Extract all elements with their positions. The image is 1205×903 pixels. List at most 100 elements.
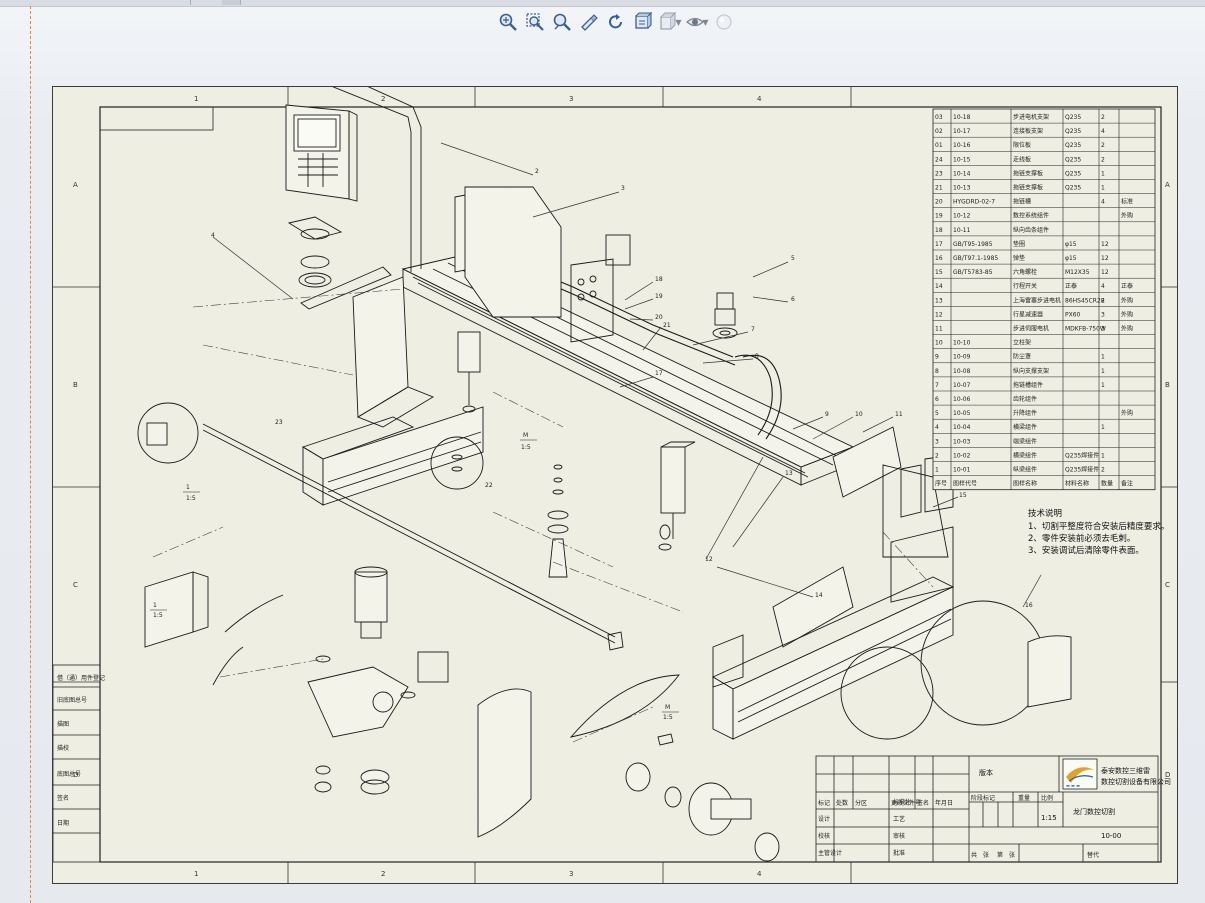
bom-cell: 外购 (1121, 310, 1133, 318)
mount-plate (287, 216, 343, 240)
zoom-in-out-icon[interactable] (550, 10, 574, 34)
bom-cell: 纵向支撑支架 (1013, 367, 1049, 375)
revision-col-label: 年月日 (935, 799, 953, 807)
bom-cell: 3 (1101, 311, 1105, 318)
item-balloon: 10 (855, 411, 863, 418)
bom-cell: 10-02 (953, 452, 971, 459)
bom-header-cell: 材料名称 (1065, 480, 1089, 488)
role-label: 校核 (818, 832, 830, 840)
torch-head-1 (457, 331, 481, 413)
side-block-label: 底图总号 (57, 770, 81, 778)
bom-row: 2 10-02 横梁组件 Q235焊接件 1 (935, 451, 1105, 459)
notes-line: 2、零件安装前必须去毛刺。 (1028, 533, 1135, 544)
bom-cell: 横梁组件 (1013, 451, 1037, 459)
bom-cell: 3 (1101, 326, 1105, 333)
bom-cell: Q235 (1065, 142, 1081, 149)
drawing-sheet: 11223344AABBCCDD 借（通）用件登记 旧底图总号 描图 描校 底图总号 签名… (52, 86, 1178, 884)
sheet-count-label: 张 (1009, 851, 1015, 859)
bom-cell: 10-10 (953, 340, 971, 347)
bom-cell: 12 (1101, 255, 1109, 262)
title-block-text: 泰安数控三维雷数控切割设备有限公司 版本龙门数控切割 10-00 1:15 标记 处数 分区… (818, 766, 1171, 859)
bom-cell: 11 (935, 326, 943, 333)
bom-cell: HYGDRD-02-7 (953, 199, 995, 206)
role-label: 设计 (818, 815, 830, 823)
drawing-number: 10-00 (1101, 832, 1121, 840)
bom-cell: 7 (935, 382, 939, 389)
bom-cell: 端梁组件 (1013, 437, 1037, 445)
bom-cell: PX60 (1065, 311, 1081, 318)
bom-cell: 6 (935, 396, 939, 403)
bom-cell: 标准 (1121, 198, 1133, 206)
bom-row: 1 10-01 纵梁组件 Q235焊接件 2 (935, 466, 1105, 474)
rotate-icon[interactable] (604, 10, 628, 34)
display-style-icon[interactable]: ▼ (658, 10, 682, 34)
bom-row: 02 10-17 连接板支架 Q235 4 (935, 127, 1105, 135)
bom-cell: 拖链支撑板 (1013, 184, 1043, 192)
bom-cell: 10-14 (953, 170, 971, 177)
bom-cell: 24 (935, 156, 943, 163)
bom-cell: GB/T95-1985 (953, 241, 993, 248)
bom-cell: 1 (1101, 368, 1105, 375)
item-balloon: 2 (535, 168, 539, 175)
bom-cell: 外购 (1121, 212, 1133, 220)
bom-cell: φ15 (1065, 241, 1077, 248)
item-balloon: 3 (621, 185, 625, 192)
notes-title: 技术说明 (1028, 508, 1062, 519)
machine-isometric-drawing (137, 87, 1072, 862)
bom-header-row: 序号 图样代号 图样名称 材料名称 数量 备注 (935, 480, 1133, 488)
bom-cell: 10-09 (953, 354, 971, 361)
bom-header-cell: 图样代号 (953, 480, 977, 488)
zone-row-label: C (1165, 581, 1170, 589)
pan-icon[interactable] (577, 10, 601, 34)
company-name-line1: 泰安数控三维雷 (1101, 766, 1150, 775)
bom-cell: 12 (1101, 269, 1109, 276)
bom-cell: 4 (935, 424, 939, 431)
view-scale-label: 1 (186, 484, 190, 491)
notes-line: 3、安装调试后清除零件表面。 (1028, 545, 1144, 556)
bom-cell: 拖链槽 (1013, 198, 1031, 206)
zoom-to-fit-icon[interactable] (496, 10, 520, 34)
bom-cell: 19 (935, 213, 943, 220)
shield-left (477, 688, 532, 838)
bom-cell: 1 (1101, 185, 1105, 192)
side-block-label: 签名 (57, 794, 69, 802)
role-label: 主管设计 (818, 849, 842, 857)
item-balloon: 12 (705, 556, 713, 563)
stage-label: 比例 (1041, 794, 1053, 802)
stage-label: 重量 (1018, 794, 1030, 802)
shaft-assembly (625, 733, 780, 862)
bom-cell: 4 (1101, 283, 1105, 290)
bom-cell: 01 (935, 142, 943, 149)
item-balloon: 4 (211, 232, 215, 239)
view-scale-label: 1:5 (663, 714, 673, 721)
edit-appearance-icon[interactable] (712, 10, 736, 34)
view-orientation-icon[interactable] (631, 10, 655, 34)
bom-cell: 10-01 (953, 467, 971, 474)
zoom-to-area-icon[interactable] (523, 10, 547, 34)
right-end-carriage (712, 426, 955, 740)
bom-cell: 4 (1101, 128, 1105, 135)
zone-row-label: A (73, 181, 78, 189)
item-balloon: 15 (959, 492, 967, 499)
bom-cell: 10-12 (953, 213, 971, 220)
stepper-motor (712, 292, 738, 339)
item-balloon: 9 (825, 411, 829, 418)
side-block-label: 描校 (57, 744, 69, 752)
bom-cell: 纵梁组件 (1013, 466, 1037, 474)
bom-cell: 10-06 (953, 396, 971, 403)
item-balloon: 11 (895, 411, 903, 418)
item-balloon: 17 (655, 370, 663, 377)
bom-cell: Q235 (1065, 185, 1081, 192)
zone-col-label: 1 (194, 870, 198, 878)
bom-cell: 2 (935, 452, 939, 459)
item-balloon: 13 (785, 470, 793, 477)
bom-cell: 上海雷塞步进电机 (1013, 296, 1061, 304)
hide-show-items-icon[interactable]: ▼ (685, 10, 709, 34)
bom-cell: 1 (1101, 170, 1105, 177)
bom-cell: 立柱架 (1013, 339, 1031, 347)
bom-cell: 步进电机支架 (1013, 113, 1049, 121)
sheet-count-label: 张 (983, 851, 989, 859)
role-label: 工艺 (893, 815, 905, 823)
view-scale-label: 1 (153, 602, 157, 609)
cable-cabinet (464, 186, 562, 318)
